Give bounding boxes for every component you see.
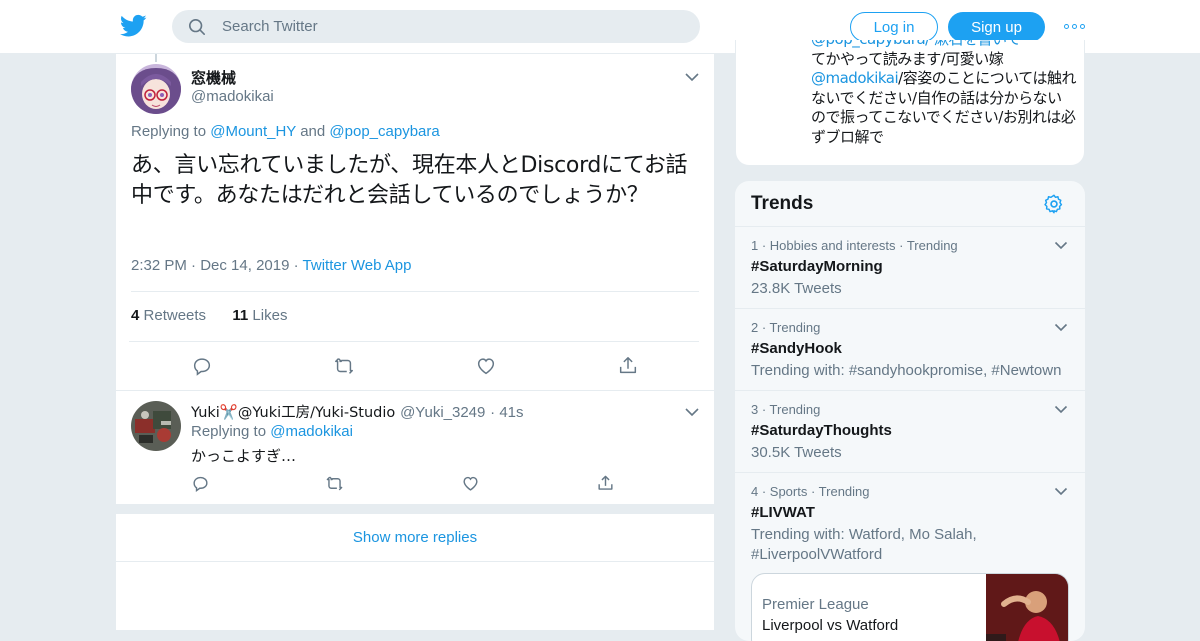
bio-text: てかやって読みます/可愛い嫁: [811, 49, 1004, 68]
like-icon[interactable]: [461, 474, 480, 493]
reply-icon[interactable]: [191, 355, 213, 377]
avatar[interactable]: [131, 401, 181, 451]
avatar[interactable]: [131, 64, 181, 114]
chevron-down-icon[interactable]: [1054, 241, 1068, 250]
chevron-down-icon[interactable]: [1054, 405, 1068, 414]
trend-subtext: Trending with: #sandyhookpromise, #Newto…: [751, 362, 1062, 379]
reply-replying-to: Replying to @madokikai: [191, 423, 353, 440]
chevron-down-icon[interactable]: [1054, 323, 1068, 332]
chevron-down-icon[interactable]: [684, 72, 700, 82]
retweet-icon[interactable]: [325, 474, 344, 493]
tweet-text: あ、言い忘れていましたが、現在本人とDiscordにてお話中です。あなたはだれと…: [131, 153, 688, 208]
share-icon[interactable]: [596, 474, 615, 493]
bio-cut-line: @pop_capybara/ 漱石を書いて: [811, 40, 1021, 48]
trend-item[interactable]: 3 · Trending #SaturdayThoughts 30.5K Twe…: [735, 390, 1085, 472]
gear-icon[interactable]: [1043, 193, 1065, 215]
search-icon: [188, 18, 206, 36]
reply-author-name[interactable]: Yuki✂️@Yuki工房/Yuki-Studio: [191, 405, 395, 421]
show-more-replies-button[interactable]: Show more replies: [116, 514, 714, 562]
replying-and: and: [300, 123, 326, 140]
tweet-time[interactable]: 2:32 PM: [131, 257, 187, 274]
mention-link[interactable]: @madokikai: [811, 69, 899, 87]
trend-subtext: Trending with: Watford, Mo Salah, #Liver…: [751, 526, 977, 563]
likes-stat[interactable]: 11 Likes: [232, 307, 287, 324]
twitter-bird-icon[interactable]: [120, 14, 147, 38]
chevron-down-icon[interactable]: [1054, 487, 1068, 496]
like-icon[interactable]: [475, 355, 497, 377]
profile-bio-card: @pop_capybara/ 漱石を書いて てかやって読みます/可愛い嫁 @ma…: [735, 40, 1085, 166]
reply-author-handle[interactable]: @Yuki_3249: [400, 404, 485, 421]
divider: [129, 341, 699, 342]
trend-context: 3 · Trending: [751, 402, 821, 417]
conversation-column: 窓機械 @madokikai Replying to @Mount_HY and…: [115, 54, 715, 630]
reply-text: かっこよすぎ…: [191, 447, 297, 465]
trend-name[interactable]: #LIVWAT: [751, 504, 815, 521]
divider: [131, 291, 699, 292]
thread-line: [155, 54, 157, 62]
event-title[interactable]: Liverpool vs Watford: [762, 617, 898, 634]
trend-context: 4 · Sports · Trending: [751, 484, 870, 499]
tweet-source[interactable]: Twitter Web App: [303, 257, 412, 274]
search-bar[interactable]: [172, 10, 700, 43]
mention-link[interactable]: @Mount_HY: [210, 123, 296, 140]
mention-link[interactable]: @pop_capybara: [329, 123, 439, 140]
search-input[interactable]: [222, 10, 682, 43]
replying-prefix: Replying to: [131, 123, 207, 140]
mention-link[interactable]: @madokikai: [270, 423, 353, 440]
share-icon[interactable]: [617, 355, 639, 377]
divider: [116, 390, 714, 391]
trend-subtext: 23.8K Tweets: [751, 280, 842, 297]
trend-name[interactable]: #SandyHook: [751, 340, 842, 357]
trend-name[interactable]: #SaturdayMorning: [751, 258, 883, 275]
event-category: Premier League: [762, 596, 869, 613]
section-separator: [116, 504, 714, 514]
tweet-stats: 4 Retweets 11 Likes: [131, 307, 287, 324]
tweet-date[interactable]: Dec 14, 2019: [200, 257, 289, 274]
tweet-meta: 2:32 PM · Dec 14, 2019 · Twitter Web App: [131, 257, 412, 274]
reply-header: Yuki✂️@Yuki工房/Yuki-Studio @Yuki_3249 · 4…: [191, 404, 524, 421]
trend-name[interactable]: #SaturdayThoughts: [751, 422, 892, 439]
login-button[interactable]: Log in: [850, 12, 938, 42]
more-options-icon[interactable]: [1064, 20, 1086, 32]
reply-icon[interactable]: [191, 474, 210, 493]
profile-bio: @pop_capybara/ 漱石を書いて てかやって読みます/可愛い嫁 @ma…: [811, 40, 1076, 147]
trend-item[interactable]: 2 · Trending #SandyHook Trending with: #…: [735, 308, 1085, 390]
event-image: [986, 574, 1068, 641]
trends-title: Trends: [751, 193, 814, 214]
trends-panel: Trends 1 · Hobbies and interests · Trend…: [735, 181, 1085, 641]
chevron-down-icon[interactable]: [684, 407, 700, 417]
replying-to: Replying to @Mount_HY and @pop_capybara: [131, 123, 440, 140]
author-name[interactable]: 窓機械: [191, 67, 236, 88]
trend-context: 2 · Trending: [751, 320, 821, 335]
replying-prefix: Replying to: [191, 423, 267, 440]
trend-context: 1 · Hobbies and interests · Trending: [751, 238, 958, 253]
event-card[interactable]: Premier League Liverpool vs Watford: [751, 573, 1069, 641]
author-handle[interactable]: @madokikai: [191, 88, 274, 105]
retweets-stat[interactable]: 4 Retweets: [131, 307, 206, 324]
signup-button[interactable]: Sign up: [948, 12, 1045, 42]
trend-item[interactable]: 1 · Hobbies and interests · Trending #Sa…: [735, 226, 1085, 308]
reply-time[interactable]: 41s: [499, 404, 523, 421]
retweet-icon[interactable]: [333, 355, 355, 377]
trend-subtext: 30.5K Tweets: [751, 444, 842, 461]
